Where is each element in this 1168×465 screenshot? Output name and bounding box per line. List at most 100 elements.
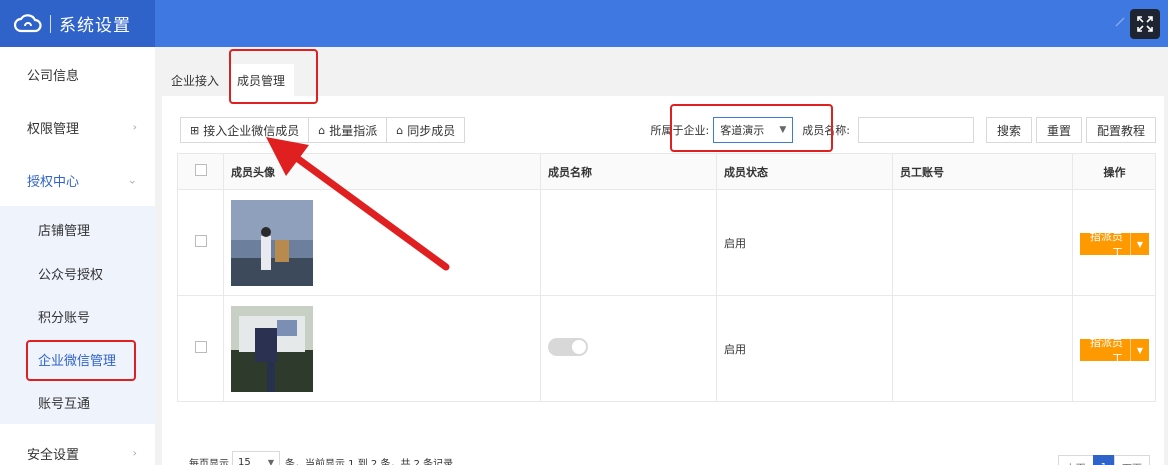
main-content: 企业接入 成员管理 ⊞ 接入企业微信成员 ⌂ 批量指派 ⌂ 同步成员 所属于企业… (155, 47, 1168, 465)
toolbar: ⊞ 接入企业微信成员 ⌂ 批量指派 ⌂ 同步成员 (180, 117, 466, 143)
next-page-button[interactable]: 下页 (1114, 455, 1150, 465)
sidebar-item-auth-center[interactable]: 授权中心 ⌄ (0, 154, 155, 206)
per-page-select[interactable]: 15 ▼ (232, 451, 280, 465)
per-page-value: 15 (238, 456, 251, 465)
select-all-checkbox[interactable] (194, 164, 207, 176)
cloud-logo-icon (14, 13, 42, 32)
batch-assign-label: 批量指派 (329, 123, 378, 138)
plus-square-icon: ⊞ (190, 123, 200, 137)
sidebar-item-wecom-management[interactable]: 企业微信管理 (0, 337, 155, 381)
sidebar-item-label: 账号互通 (38, 396, 91, 412)
assign-employee-label: 指派员工 (1080, 336, 1131, 365)
member-name-label: 成员名称: (802, 124, 850, 137)
avatar-cell (223, 189, 541, 296)
company-select-value: 客道演示 (720, 124, 765, 137)
toggle-knob (572, 340, 586, 354)
sync-members-label: 同步成员 (407, 123, 456, 138)
faint-corner-icon (1115, 17, 1125, 27)
table-row: 启用 指派员工 ▼ (177, 295, 1156, 402)
add-wecom-member-button[interactable]: ⊞ 接入企业微信成员 (180, 117, 310, 143)
brand: 系统设置 (0, 0, 155, 47)
sync-members-button[interactable]: ⌂ 同步成员 (386, 117, 466, 143)
avatar-cell (223, 295, 541, 402)
member-name-input[interactable] (857, 117, 974, 143)
tab-member-management[interactable]: 成员管理 (228, 64, 295, 96)
row-checkbox-cell (177, 295, 224, 402)
chevron-down-icon: ⌄ (127, 173, 137, 187)
batch-assign-button[interactable]: ⌂ 批量指派 (308, 117, 388, 143)
assign-employee-button[interactable]: 指派员工 ▼ (1080, 336, 1149, 365)
caret-down-icon[interactable]: ▼ (1131, 240, 1149, 249)
employee-account-cell (892, 295, 1073, 402)
row-checkbox[interactable] (194, 341, 207, 353)
prev-page-button[interactable]: 上页 (1057, 455, 1094, 465)
member-table: 成员头像 成员名称 成员状态 员工账号 操作 启用 指派员工 ▼ 启用 指派员工… (177, 153, 1156, 402)
top-bar: 系统设置 (0, 0, 1168, 47)
column-header-avatar: 成员头像 (223, 153, 541, 190)
tab-bar: 企业接入 成员管理 (162, 64, 295, 96)
record-summary: 条，当前显示 1 到 2 条，共 2 条记录 (285, 458, 454, 465)
pagination-nav: 上页 1 下页 (1057, 455, 1150, 465)
table-row: 启用 指派员工 ▼ (177, 189, 1156, 296)
column-header-name: 成员名称 (540, 153, 717, 190)
sidebar-item-label: 公众号授权 (38, 267, 104, 283)
sidebar-item-label: 授权中心 (27, 174, 80, 190)
sidebar-item-account-interop[interactable]: 账号互通 (0, 380, 155, 424)
employee-account-cell (892, 189, 1073, 296)
sidebar-item-label: 企业微信管理 (38, 353, 117, 369)
column-header-account: 员工账号 (892, 153, 1073, 190)
company-select[interactable]: 客道演示 ▼ (713, 117, 794, 143)
sidebar-item-company-info[interactable]: 公司信息 (0, 48, 155, 100)
chevron-right-icon: › (132, 120, 137, 134)
caret-down-icon: ▼ (267, 457, 274, 465)
sidebar-item-label: 积分账号 (38, 310, 91, 326)
pagination-info: 每页显示 15 ▼ 条，当前显示 1 到 2 条，共 2 条记录 (189, 451, 453, 465)
home-icon: ⌂ (318, 123, 326, 137)
expand-icon (1137, 16, 1153, 32)
row-checkbox-cell (177, 189, 224, 296)
member-avatar (231, 305, 313, 392)
tab-enterprise-access[interactable]: 企业接入 (162, 64, 228, 96)
member-avatar (231, 199, 313, 286)
caret-down-icon: ▼ (779, 125, 787, 135)
sidebar: 公司信息 权限管理 › 授权中心 ⌄ 店铺管理 公众号授权 积分账号 企业微信管… (0, 47, 155, 465)
sidebar-item-store-management[interactable]: 店铺管理 (0, 207, 155, 251)
chevron-right-icon: › (132, 446, 137, 460)
sidebar-item-official-account[interactable]: 公众号授权 (0, 251, 155, 295)
sidebar-item-points-account[interactable]: 积分账号 (0, 294, 155, 338)
company-filter-label: 所属于企业: (650, 124, 710, 137)
tutorial-button[interactable]: 配置教程 (1085, 117, 1156, 143)
sidebar-item-security[interactable]: 安全设置 › (0, 427, 155, 465)
per-page-label: 每页显示 (189, 458, 229, 465)
sidebar-item-label: 权限管理 (27, 121, 80, 137)
fullscreen-button[interactable] (1130, 9, 1160, 39)
app-title: 系统设置 (59, 16, 131, 36)
column-header-actions: 操作 (1072, 153, 1156, 190)
sidebar-item-permissions[interactable]: 权限管理 › (0, 101, 155, 153)
member-status-cell: 启用 (716, 189, 893, 296)
sidebar-item-label: 店铺管理 (38, 223, 91, 239)
sidebar-item-label: 公司信息 (27, 68, 80, 84)
column-header-status: 成员状态 (716, 153, 893, 190)
name-toggle[interactable] (548, 338, 588, 356)
brand-divider (50, 14, 51, 33)
filter-bar: 所属于企业: 客道演示 ▼ 成员名称: 搜索 重置 配置教程 (651, 117, 1156, 143)
table-header-row: 成员头像 成员名称 成员状态 员工账号 操作 (177, 153, 1156, 190)
auth-center-submenu: 店铺管理 公众号授权 积分账号 企业微信管理 账号互通 (0, 206, 155, 424)
sidebar-item-label: 安全设置 (27, 447, 80, 463)
reset-button[interactable]: 重置 (1035, 117, 1082, 143)
add-wecom-member-label: 接入企业微信成员 (203, 123, 300, 138)
member-status-cell: 启用 (716, 295, 893, 402)
actions-cell: 指派员工 ▼ (1072, 189, 1156, 296)
member-panel: ⊞ 接入企业微信成员 ⌂ 批量指派 ⌂ 同步成员 所属于企业: 客道演示 ▼ 成… (162, 96, 1164, 465)
caret-down-icon[interactable]: ▼ (1131, 346, 1149, 355)
search-button[interactable]: 搜索 (985, 117, 1032, 143)
member-name-cell (540, 295, 717, 402)
select-all-cell (177, 153, 224, 190)
actions-cell: 指派员工 ▼ (1072, 295, 1156, 402)
page-1-button[interactable]: 1 (1092, 455, 1115, 465)
row-checkbox[interactable] (194, 235, 207, 247)
assign-employee-button[interactable]: 指派员工 ▼ (1080, 230, 1149, 259)
member-name-cell (540, 189, 717, 296)
assign-employee-label: 指派员工 (1080, 230, 1131, 259)
